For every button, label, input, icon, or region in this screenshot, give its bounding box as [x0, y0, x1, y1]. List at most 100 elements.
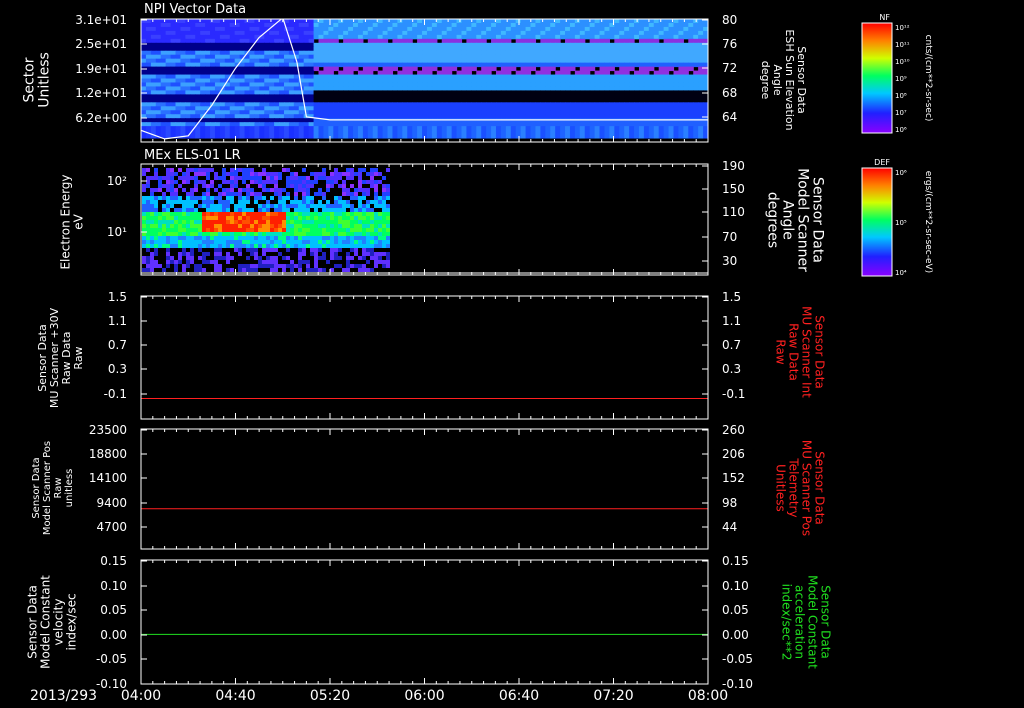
p5-y-tick: 0.15	[100, 554, 127, 568]
p4-y-tick: 9400	[96, 496, 127, 510]
p4-y2label-line-2: Telemetry	[787, 457, 801, 517]
npi-colorbar-tick: 10⁹	[895, 75, 907, 83]
npi-y2-tick: 72	[722, 61, 737, 75]
p4-y2label-line-4: Sensor Data	[813, 451, 827, 525]
p4-ylabel-line-4: unitless	[64, 469, 75, 508]
p5-y-tick: 0.05	[100, 603, 127, 617]
p5-y2label-line-1: index/sec**2	[780, 584, 794, 661]
npi-y-tick: 1.2e+01	[75, 86, 127, 100]
npi-heatmap	[141, 19, 708, 139]
p4-y2-tick: 152	[722, 471, 745, 485]
els-y2label-line-4: Sensor Data	[809, 177, 825, 263]
p3-y-tick: 0.7	[108, 338, 127, 352]
npi-y2label-line-2: Angle	[771, 64, 784, 96]
p3-y-tick: 0.3	[108, 362, 127, 376]
els-y2label-line-3: Model Scanner	[794, 168, 810, 272]
npi-colorbar-tick: 10¹⁰	[895, 58, 910, 66]
p5-ylabel-line-3: velocity	[52, 599, 66, 646]
els-y2-tick: 190	[722, 159, 745, 173]
x-tick-label: 06:00	[404, 688, 444, 704]
p4-ylabel-line-3: Raw	[53, 477, 64, 498]
p5-y-tick: 0.00	[100, 628, 127, 642]
els-ylabel-line-1: Electron Energy	[59, 174, 73, 269]
p3-y2label-line-1: Raw	[774, 339, 788, 364]
npi-y2label-line-4: Sensor Data	[795, 46, 808, 113]
panel-5-frame	[140, 559, 709, 685]
plot-canvas: 3.1e+01 2.5e+01 1.9e+01 1.2e+01 6.2e+00 80 76 7…	[21, 2, 933, 704]
p3-y-tick: 1.1	[108, 314, 127, 328]
p3-y2label-line-4: Sensor Data	[813, 315, 827, 389]
els-ylabel-line-2: eV	[72, 213, 86, 229]
p5-y2-tick: -0.05	[722, 652, 753, 666]
p5-y-tick: -0.05	[96, 652, 127, 666]
p5-y2label-line-3: Model Constant	[806, 575, 820, 669]
npi-y2label-line-1: degree	[759, 61, 772, 100]
p4-y2-tick: 206	[722, 447, 745, 461]
npi-colorbar-unit: cnts/(cm**2-sr-sec)	[923, 35, 933, 122]
x-minor-ticks	[140, 296, 709, 419]
p4-y2label-line-1: Unitless	[774, 464, 788, 512]
els-heatmap	[142, 168, 390, 272]
npi-y2-tick: 68	[722, 86, 737, 100]
els-colorbar-label: DEF	[874, 158, 890, 167]
p3-y2-tick: 1.5	[722, 290, 741, 304]
p5-y2label-line-4: Sensor Data	[819, 585, 833, 659]
x-tick-label: 04:00	[121, 688, 161, 704]
panel-3-frame	[140, 295, 709, 420]
npi-y-tick: 2.5e+01	[75, 37, 127, 51]
npi-colorbar-label: NF	[879, 13, 890, 22]
els-title: MEx ELS-01 LR	[144, 148, 241, 163]
els-y-tick: 10¹	[107, 225, 127, 239]
p5-y2label-line-2: acceleration	[793, 585, 807, 659]
p5-y-tick: 0.10	[100, 579, 127, 593]
x-tick-label: 08:00	[688, 688, 728, 704]
els-colorbar-tick: 10⁴	[895, 269, 907, 277]
els-y2-tick: 30	[722, 254, 737, 268]
p4-y-tick: 14100	[89, 471, 127, 485]
els-y-tick: 10²	[107, 174, 127, 188]
x-minor-ticks	[140, 429, 709, 549]
p4-y2label-line-3: MU Scanner Pos	[800, 440, 814, 536]
date-label: 2013/293	[30, 688, 97, 704]
npi-colorbar-bar	[861, 22, 893, 134]
p4-y-tick: 4700	[96, 520, 127, 534]
p4-y2-tick: 98	[722, 496, 737, 510]
els-y2label-line-1: degrees	[764, 192, 780, 248]
x-tick-label: 06:40	[499, 688, 539, 704]
p5-y2-tick: 0.05	[722, 603, 749, 617]
npi-colorbar-tick: 10⁷	[895, 109, 907, 117]
p3-y2-tick: 0.3	[722, 362, 741, 376]
p4-ylabel-line-2: Model Scanner Pos	[42, 441, 53, 535]
npi-colorbar-tick: 10⁶	[895, 126, 907, 134]
els-y2-tick: 150	[722, 182, 745, 196]
x-tick-label: 07:20	[593, 688, 633, 704]
x-tick-label: 04:40	[215, 688, 255, 704]
p5-ylabel-line-2: Model Constant	[39, 575, 53, 669]
npi-colorbar-tick: 10¹¹	[895, 41, 910, 49]
p5-y2-tick: 0.15	[722, 554, 749, 568]
p5-ylabel-line-4: index/sec	[65, 593, 79, 650]
p4-ylabel-line-1: Sensor Data	[31, 457, 42, 518]
p5-ylabel-line-1: Sensor Data	[26, 585, 40, 659]
npi-y2-tick: 80	[722, 13, 737, 27]
els-colorbar-bar	[861, 167, 893, 277]
p3-y2-tick: 0.7	[722, 338, 741, 352]
npi-title: NPI Vector Data	[144, 2, 246, 17]
x-tick-label: 05:20	[310, 688, 350, 704]
p4-y-tick: 18800	[89, 447, 127, 461]
p3-y2-tick: -0.1	[722, 387, 745, 401]
els-y2-tick: 110	[722, 205, 745, 219]
p3-y2label-line-3: MU Scanner Int	[800, 306, 814, 398]
els-colorbar-tick: 10⁶	[895, 169, 907, 177]
npi-colorbar-tick: 10⁸	[895, 92, 907, 100]
els-colorbar-tick: 10⁵	[895, 219, 907, 227]
els-y2-tick: 70	[722, 230, 737, 244]
npi-y-tick: 6.2e+00	[75, 111, 127, 125]
panel-4-frame	[140, 428, 709, 550]
p3-ylabel-line-4: Raw	[72, 346, 85, 369]
p4-y2-tick: 44	[722, 520, 737, 534]
els-y2label-line-2: Angle	[779, 200, 795, 240]
npi-ylabel-line-2: Unitless	[36, 52, 52, 108]
p3-y-tick: 1.5	[108, 290, 127, 304]
npi-y2label-line-3: ESH Sun Elevation	[783, 29, 796, 130]
